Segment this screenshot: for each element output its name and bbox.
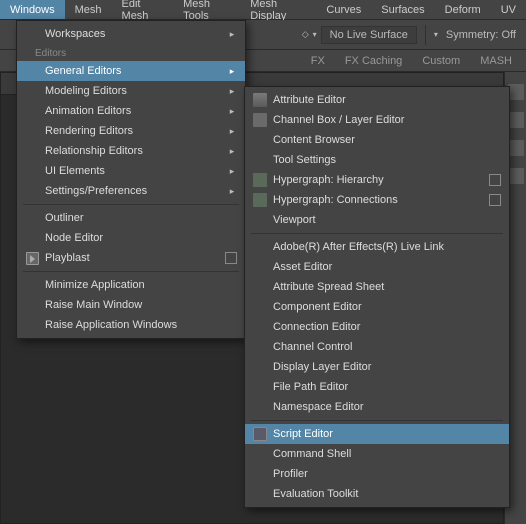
script-icon xyxy=(253,427,267,441)
menu-item-rendering-editors[interactable]: Rendering Editors xyxy=(17,121,245,141)
menu-separator xyxy=(251,420,503,421)
submenu-item-adobe-r-after-effects-r-live-link[interactable]: Adobe(R) After Effects(R) Live Link xyxy=(245,237,509,257)
chevron-right-icon xyxy=(227,186,237,197)
submenu-item-label: Hypergraph: Hierarchy xyxy=(271,174,489,186)
submenu-item-label: Component Editor xyxy=(271,301,501,313)
submenu-item-label: Evaluation Toolkit xyxy=(271,488,501,500)
shelf-tab-custom[interactable]: Custom xyxy=(418,53,464,69)
chevron-right-icon xyxy=(227,106,237,117)
option-box[interactable] xyxy=(489,194,501,206)
submenu-item-label: Connection Editor xyxy=(271,321,501,333)
menu-curves[interactable]: Curves xyxy=(316,0,371,19)
submenu-item-attribute-spread-sheet[interactable]: Attribute Spread Sheet xyxy=(245,277,509,297)
chan-icon xyxy=(253,113,267,127)
menu-item-raise-application-windows[interactable]: Raise Application Windows xyxy=(17,315,245,335)
submenu-item-label: Attribute Editor xyxy=(271,94,501,106)
editors-section-header: Editors xyxy=(17,44,245,61)
menu-item-general-editors[interactable]: General Editors xyxy=(17,61,245,81)
submenu-item-tool-settings[interactable]: Tool Settings xyxy=(245,150,509,170)
chevron-right-icon xyxy=(227,66,237,77)
submenu-item-label: Display Layer Editor xyxy=(271,361,501,373)
submenu-item-channel-control[interactable]: Channel Control xyxy=(245,337,509,357)
submenu-item-command-shell[interactable]: Command Shell xyxy=(245,444,509,464)
live-surface-dropdown[interactable]: ◇▾ No Live Surface xyxy=(302,26,417,44)
menu-item-workspaces[interactable]: Workspaces xyxy=(17,24,245,44)
attr-icon xyxy=(253,93,267,107)
chevron-right-icon xyxy=(227,126,237,137)
submenu-item-file-path-editor[interactable]: File Path Editor xyxy=(245,377,509,397)
submenu-item-label: Asset Editor xyxy=(271,261,501,273)
submenu-item-label: Viewport xyxy=(271,214,501,226)
submenu-item-label: Adobe(R) After Effects(R) Live Link xyxy=(271,241,501,253)
menu-windows[interactable]: Windows xyxy=(0,0,65,19)
shelf-tab-mash[interactable]: MASH xyxy=(476,53,516,69)
menu-mesh-display[interactable]: Mesh Display xyxy=(240,0,316,19)
menu-separator xyxy=(251,233,503,234)
submenu-item-label: Command Shell xyxy=(271,448,501,460)
submenu-item-label: Profiler xyxy=(271,468,501,480)
menu-mesh-tools[interactable]: Mesh Tools xyxy=(173,0,240,19)
hgraph-icon xyxy=(253,193,267,207)
general-editors-submenu: Attribute Editor Channel Box / Layer Edit… xyxy=(244,86,510,508)
submenu-item-content-browser[interactable]: Content Browser xyxy=(245,130,509,150)
menu-uv[interactable]: UV xyxy=(491,0,526,19)
menu-item-node-editor[interactable]: Node Editor xyxy=(17,228,245,248)
windows-menu: Workspaces Editors General Editors Model… xyxy=(16,20,246,339)
submenu-item-label: Attribute Spread Sheet xyxy=(271,281,501,293)
hgraph-icon xyxy=(253,173,267,187)
submenu-item-label: Hypergraph: Connections xyxy=(271,194,489,206)
menu-item-outliner[interactable]: Outliner xyxy=(17,208,245,228)
submenu-item-hypergraph-connections[interactable]: Hypergraph: Connections xyxy=(245,190,509,210)
menu-item-playblast[interactable]: Playblast xyxy=(17,248,245,268)
menu-separator xyxy=(23,271,239,272)
menu-item-settings-preferences[interactable]: Settings/Preferences xyxy=(17,181,245,201)
submenu-item-script-editor[interactable]: Script Editor xyxy=(245,424,509,444)
submenu-item-connection-editor[interactable]: Connection Editor xyxy=(245,317,509,337)
submenu-item-label: Namespace Editor xyxy=(271,401,501,413)
submenu-item-display-layer-editor[interactable]: Display Layer Editor xyxy=(245,357,509,377)
submenu-item-viewport[interactable]: Viewport xyxy=(245,210,509,230)
submenu-item-evaluation-toolkit[interactable]: Evaluation Toolkit xyxy=(245,484,509,504)
submenu-item-profiler[interactable]: Profiler xyxy=(245,464,509,484)
submenu-item-label: Content Browser xyxy=(271,134,501,146)
submenu-item-hypergraph-hierarchy[interactable]: Hypergraph: Hierarchy xyxy=(245,170,509,190)
chevron-right-icon xyxy=(227,166,237,177)
toolbar-divider xyxy=(425,25,426,45)
menu-deform[interactable]: Deform xyxy=(435,0,491,19)
chevron-right-icon xyxy=(227,146,237,157)
submenu-item-asset-editor[interactable]: Asset Editor xyxy=(245,257,509,277)
menu-surfaces[interactable]: Surfaces xyxy=(371,0,434,19)
menu-item-modeling-editors[interactable]: Modeling Editors xyxy=(17,81,245,101)
menu-mesh[interactable]: Mesh xyxy=(65,0,112,19)
submenu-item-component-editor[interactable]: Component Editor xyxy=(245,297,509,317)
submenu-item-attribute-editor[interactable]: Attribute Editor xyxy=(245,90,509,110)
shelf-tab-fx-caching[interactable]: FX Caching xyxy=(341,53,406,69)
submenu-item-channel-box-layer-editor[interactable]: Channel Box / Layer Editor xyxy=(245,110,509,130)
shelf-tab-fx[interactable]: FX xyxy=(307,53,329,69)
chevron-right-icon xyxy=(227,29,237,40)
submenu-item-label: Tool Settings xyxy=(271,154,501,166)
menu-separator xyxy=(23,204,239,205)
submenu-item-label: Script Editor xyxy=(271,428,501,440)
main-menubar: Windows Mesh Edit Mesh Mesh Tools Mesh D… xyxy=(0,0,526,20)
submenu-item-label: File Path Editor xyxy=(271,381,501,393)
menu-item-relationship-editors[interactable]: Relationship Editors xyxy=(17,141,245,161)
menu-item-minimize-application[interactable]: Minimize Application xyxy=(17,275,245,295)
option-box[interactable] xyxy=(489,174,501,186)
submenu-item-namespace-editor[interactable]: Namespace Editor xyxy=(245,397,509,417)
menu-item-animation-editors[interactable]: Animation Editors xyxy=(17,101,245,121)
chevron-right-icon xyxy=(227,86,237,97)
menu-item-ui-elements[interactable]: UI Elements xyxy=(17,161,245,181)
symmetry-dropdown[interactable]: ▾ Symmetry: Off xyxy=(434,27,520,43)
option-box[interactable] xyxy=(225,252,237,264)
play-icon xyxy=(26,252,39,265)
menu-edit-mesh[interactable]: Edit Mesh xyxy=(112,0,174,19)
submenu-item-label: Channel Control xyxy=(271,341,501,353)
menu-item-raise-main-window[interactable]: Raise Main Window xyxy=(17,295,245,315)
submenu-item-label: Channel Box / Layer Editor xyxy=(271,114,501,126)
